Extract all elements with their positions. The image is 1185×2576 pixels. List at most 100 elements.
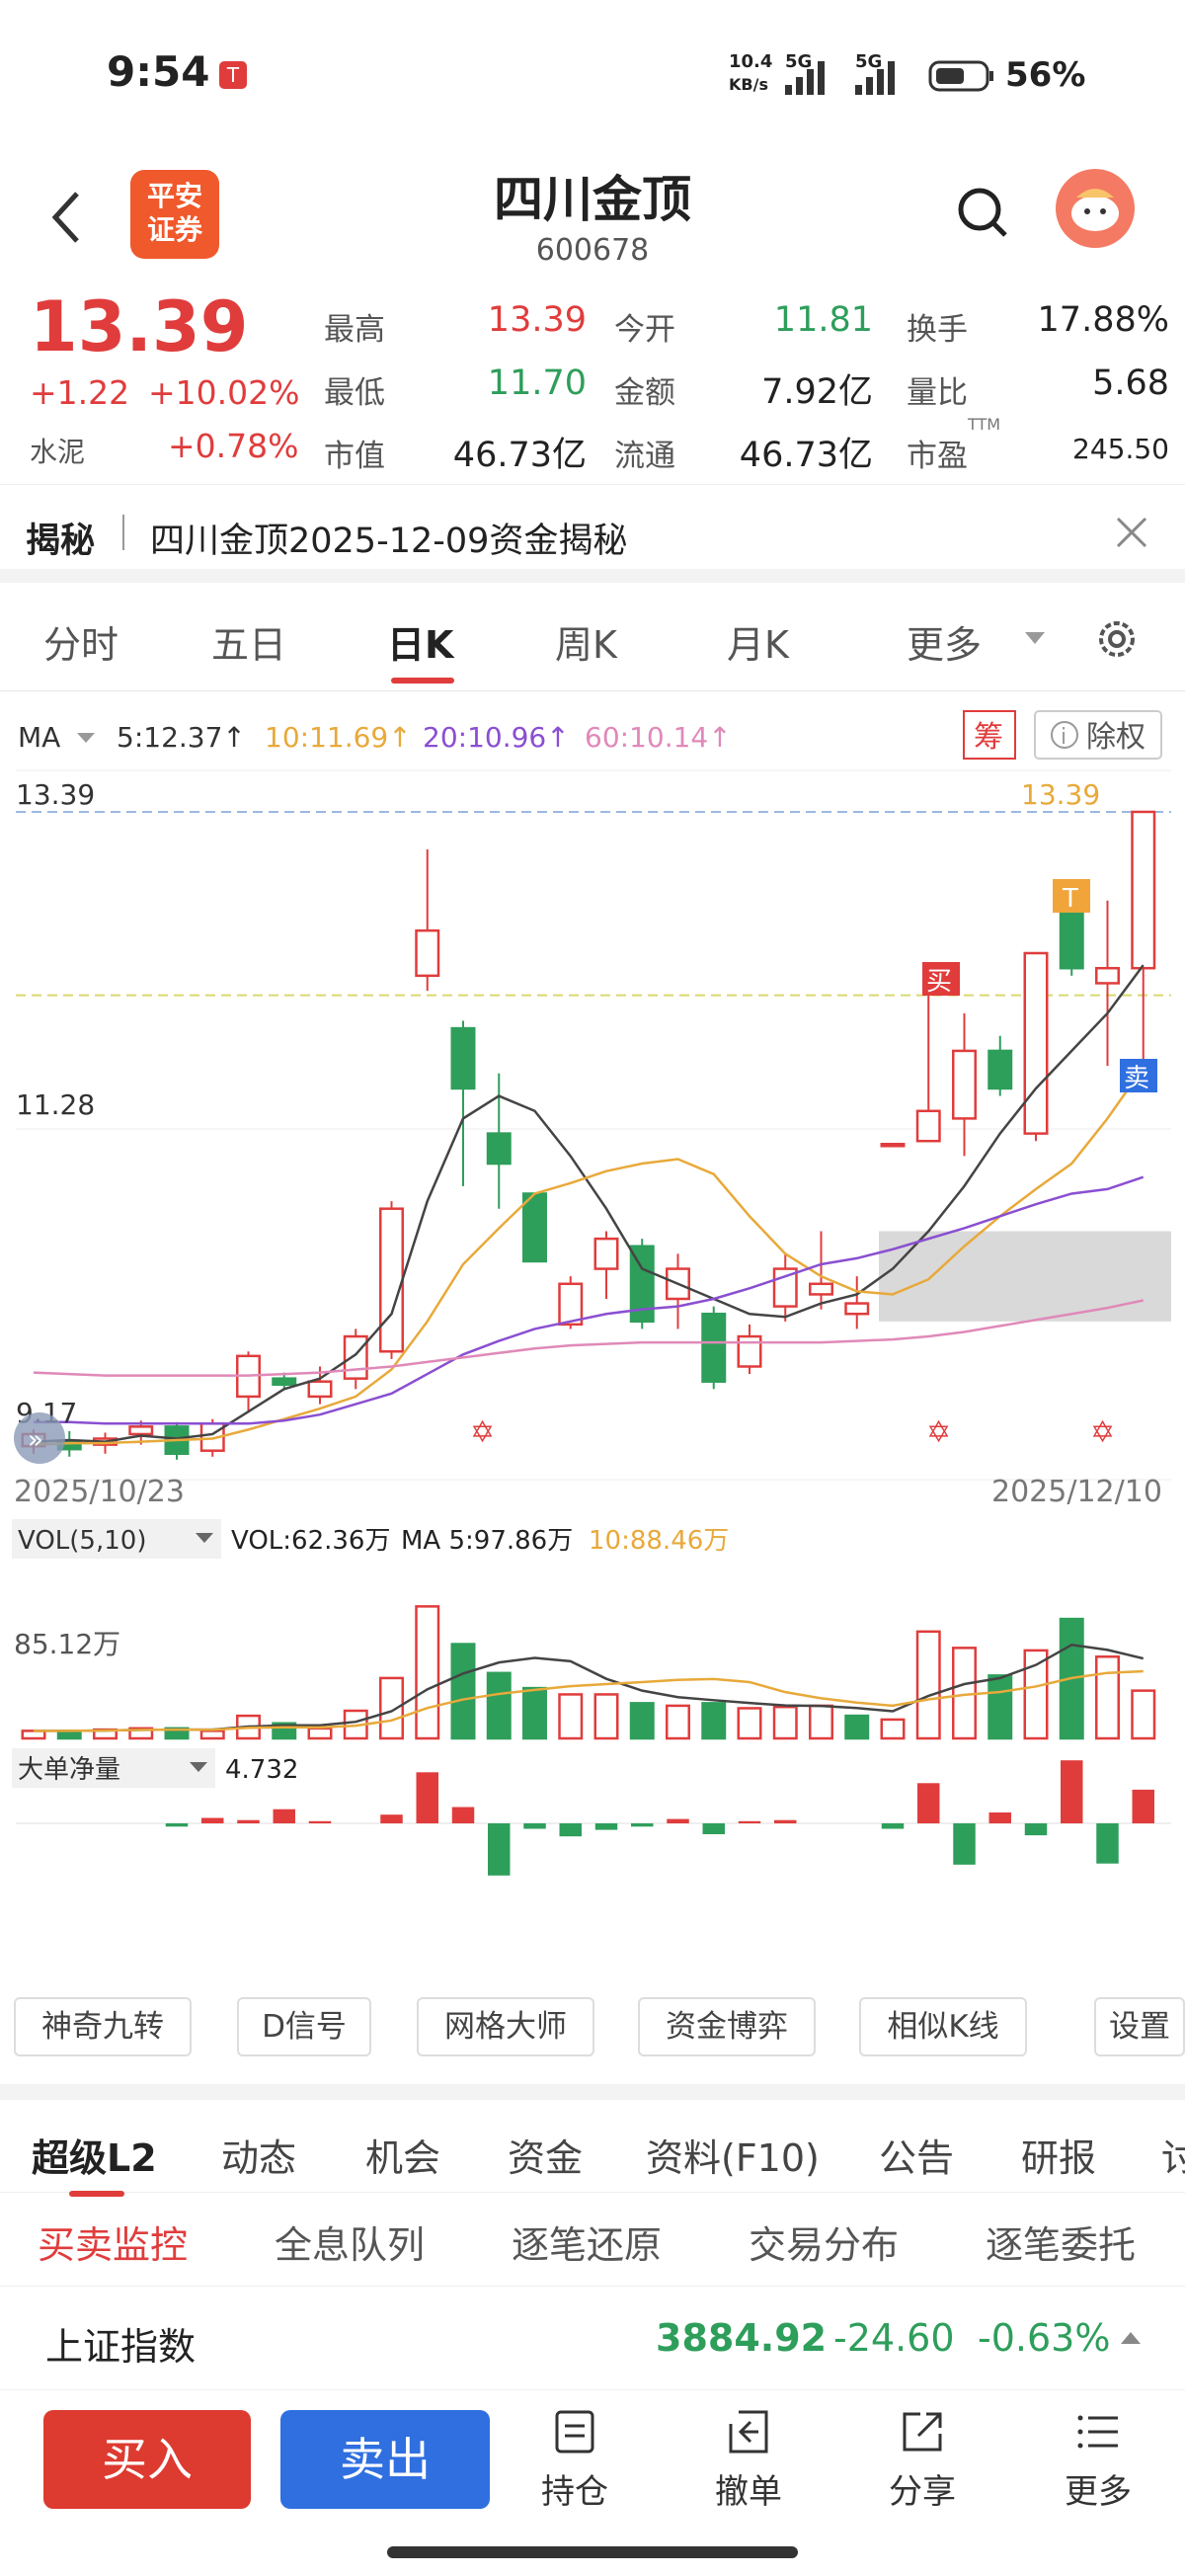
tab-opportunity[interactable]: 机会 (365, 2128, 440, 2182)
value-vol-ratio: 5.68 (1092, 363, 1169, 403)
buy-button[interactable]: 买入 (43, 2410, 251, 2509)
volume-bar (558, 1693, 584, 1740)
value-low: 11.70 (487, 363, 587, 403)
price-change: +1.22 (30, 373, 130, 412)
tab-monthly-k[interactable]: 月K (727, 614, 789, 669)
flow-bar (380, 1814, 403, 1823)
close-icon[interactable] (1114, 515, 1149, 550)
tab-news[interactable]: 动态 (221, 2128, 296, 2182)
flow-bar (953, 1823, 976, 1865)
chevron-down-icon[interactable] (1023, 630, 1047, 646)
star-icon[interactable]: ✡ (1090, 1415, 1115, 1450)
adjust-label: 除权 (1086, 720, 1146, 755)
reveal-label: 揭秘 (26, 522, 96, 561)
volume-bar (844, 1714, 870, 1740)
subtab-trade-monitor[interactable]: 买卖监控 (38, 2214, 188, 2269)
flow-bar (559, 1823, 582, 1837)
kline-chart-area[interactable]: MA 5:12.37↑ 10:11.69↑ 20:10.96↑ 60:10.14… (0, 691, 1185, 1985)
index-pct: -0.63% (978, 2316, 1111, 2360)
tool-grid-master[interactable]: 网格大师 (417, 1997, 594, 2056)
net-speed-unit: KB/s (729, 75, 768, 94)
candle-body (737, 1334, 762, 1368)
flow-bar (1061, 1760, 1083, 1823)
volume-bar (809, 1704, 833, 1740)
more-label: 更多 (1065, 2472, 1132, 2512)
vol-axis-label: 85.12万 (14, 1628, 120, 1660)
index-ticker[interactable]: 上证指数 3884.92 -24.60 -0.63% (0, 2287, 1185, 2390)
volume-bar (379, 1676, 404, 1740)
cancel-order-button[interactable]: 撤单 (689, 2408, 808, 2513)
chip-zone (879, 1231, 1171, 1322)
expand-up-icon[interactable] (1120, 2330, 1142, 2346)
tab-five-day[interactable]: 五日 (211, 614, 286, 669)
signal-icon-2 (855, 61, 895, 95)
tab-weekly-k[interactable]: 周K (555, 614, 617, 669)
ma5-legend: 5:12.37↑ (117, 721, 246, 754)
label-open: 今开 (614, 312, 675, 348)
tab-research[interactable]: 研报 (1021, 2128, 1096, 2182)
candle-body (486, 1132, 512, 1166)
cancel-order-label: 撤单 (715, 2472, 782, 2512)
volume-bar (593, 1693, 619, 1740)
broker-logo-line1: 平安 (146, 180, 202, 212)
settings-icon[interactable] (1094, 616, 1140, 662)
flow-bar (631, 1823, 654, 1827)
tool-d-signal[interactable]: D信号 (237, 1997, 371, 2056)
broker-logo[interactable]: 平安 证券 (130, 170, 219, 259)
more-button[interactable]: 更多 (1039, 2408, 1157, 2513)
last-price: 13.39 (30, 286, 249, 367)
subtab-orders[interactable]: 逐笔委托 (986, 2214, 1136, 2269)
subtab-distribution[interactable]: 交易分布 (749, 2214, 899, 2269)
flow-bar (738, 1820, 761, 1823)
reveal-text[interactable]: 四川金顶2025-12-09资金揭秘 (150, 513, 627, 563)
ma-label[interactable]: MA (18, 721, 60, 754)
flow-bar (594, 1823, 618, 1830)
tool-similar-k[interactable]: 相似K线 (859, 1997, 1027, 2056)
tool-settings[interactable]: 设置 (1094, 1997, 1185, 2056)
candle-body (379, 1207, 404, 1353)
avatar[interactable] (1055, 168, 1136, 249)
divider (122, 515, 124, 550)
candle-body (880, 1143, 906, 1148)
tab-daily-k[interactable]: 日K (387, 614, 453, 669)
y-label-high: 13.39 (16, 778, 95, 811)
candle-body (450, 1026, 476, 1090)
subtab-queue[interactable]: 全息队列 (275, 2214, 425, 2269)
candle-body (701, 1312, 727, 1383)
star-icon[interactable]: ✡ (926, 1415, 951, 1450)
tab-announcements[interactable]: 公告 (879, 2128, 954, 2182)
tab-super-l2[interactable]: 超级L2 (32, 2128, 157, 2182)
holdings-icon (555, 2410, 594, 2454)
search-icon[interactable] (956, 186, 1011, 245)
tab-intraday[interactable]: 分时 (43, 614, 118, 669)
bottom-action-bar: 买入 卖出 持仓 撤单 分享 更多 (0, 2390, 1185, 2576)
y-label-mid: 11.28 (16, 1088, 95, 1121)
status-bar: 9:54 T 10.4 KB/s 5G 5G 56% (0, 0, 1185, 148)
flow-bar (667, 1818, 689, 1823)
holdings-button[interactable]: 持仓 (515, 2408, 634, 2513)
volume-ma10-line (34, 1669, 1144, 1732)
indicator-tools: 神奇九转 D信号 网格大师 资金博弈 相似K线 设置 (0, 1985, 1185, 2084)
kline-chart[interactable]: MA 5:12.37↑ 10:11.69↑ 20:10.96↑ 60:10.14… (0, 691, 1185, 1985)
flow-bar (416, 1772, 438, 1823)
flow-bar (523, 1823, 546, 1829)
share-button[interactable]: 分享 (863, 2408, 982, 2513)
tab-more[interactable]: 更多 (907, 614, 982, 669)
back-icon[interactable] (47, 188, 87, 247)
tab-discuss[interactable]: 讨 (1161, 2128, 1185, 2182)
tool-nine-turn[interactable]: 神奇九转 (14, 1997, 192, 2056)
tab-funds[interactable]: 资金 (508, 2128, 583, 2182)
subtab-tick-replay[interactable]: 逐笔还原 (512, 2214, 662, 2269)
stock-header: 平安 证券 四川金顶 600678 (0, 148, 1185, 286)
sell-button[interactable]: 卖出 (280, 2410, 490, 2509)
star-icon[interactable]: ✡ (470, 1415, 495, 1450)
flow-bar (165, 1823, 189, 1827)
candle-body (128, 1425, 154, 1436)
flow-bar (201, 1817, 224, 1823)
reveal-banner[interactable]: 揭秘 四川金顶2025-12-09资金揭秘 (0, 484, 1185, 583)
ma-dropdown-icon[interactable] (77, 733, 95, 743)
flow-value: 4.732 (225, 1755, 298, 1785)
holdings-label: 持仓 (541, 2472, 608, 2512)
tab-f10[interactable]: 资料(F10) (646, 2128, 820, 2182)
tool-fund-game[interactable]: 资金博弈 (638, 1997, 816, 2056)
